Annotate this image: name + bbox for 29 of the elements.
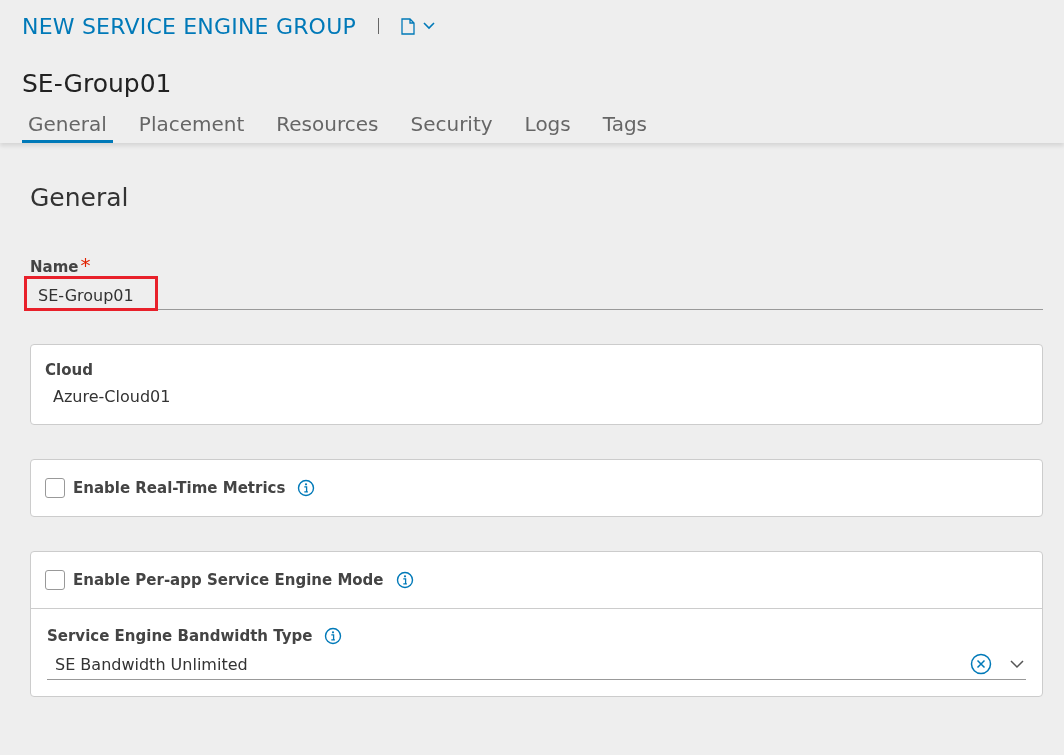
- info-icon[interactable]: [395, 571, 414, 589]
- field-label: Name: [30, 258, 79, 276]
- field-label: Service Engine Bandwidth Type: [47, 627, 313, 645]
- tab[interactable]: Placement: [132, 110, 251, 143]
- required-mark: *: [80, 258, 91, 272]
- section-heading: General: [30, 183, 130, 212]
- info-icon[interactable]: [297, 479, 316, 497]
- checkbox-label: Enable Real-Time Metrics: [73, 479, 286, 497]
- checkbox-label: Enable Per-app Service Engine Mode: [73, 571, 384, 589]
- document-menu-button[interactable]: [400, 17, 435, 35]
- tab[interactable]: Resources: [270, 110, 385, 143]
- bandwidth-select[interactable]: SE Bandwidth Unlimited: [47, 651, 1026, 680]
- checkbox[interactable]: [45, 478, 65, 498]
- tab[interactable]: General: [22, 110, 113, 143]
- chevron-down-icon: [422, 22, 435, 30]
- clear-icon: [970, 653, 992, 675]
- tab[interactable]: Logs: [518, 110, 577, 143]
- chevron-down-icon[interactable]: [1010, 659, 1024, 669]
- cloud-value: Azure-Cloud01: [53, 387, 172, 406]
- object-name: SE-Group01: [22, 68, 173, 100]
- document-icon: [400, 17, 415, 35]
- page-title: NEW SERVICE ENGINE GROUP: [22, 13, 356, 39]
- tab[interactable]: Security: [404, 110, 499, 143]
- field-label: Cloud: [45, 361, 93, 379]
- checkbox[interactable]: [45, 570, 65, 590]
- name-input[interactable]: SE-Group01: [30, 282, 1043, 310]
- tab[interactable]: Tags: [596, 110, 654, 143]
- info-icon[interactable]: [324, 627, 343, 645]
- clear-button[interactable]: [970, 653, 992, 675]
